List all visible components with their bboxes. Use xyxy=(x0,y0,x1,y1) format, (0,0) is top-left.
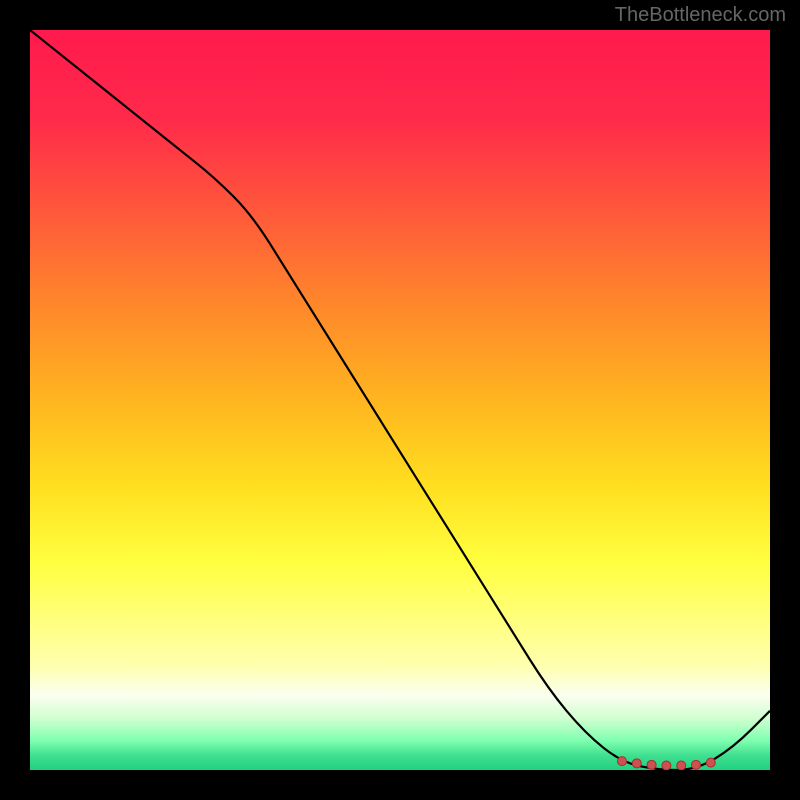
marker-point xyxy=(706,758,715,767)
plot-area xyxy=(30,30,770,770)
marker-point xyxy=(662,761,671,770)
marker-point xyxy=(632,759,641,768)
chart-curve xyxy=(30,30,770,770)
watermark-text: TheBottleneck.com xyxy=(615,4,786,27)
marker-point xyxy=(618,757,627,766)
marker-point xyxy=(677,761,686,770)
marker-point xyxy=(647,760,656,769)
marker-point xyxy=(692,760,701,769)
